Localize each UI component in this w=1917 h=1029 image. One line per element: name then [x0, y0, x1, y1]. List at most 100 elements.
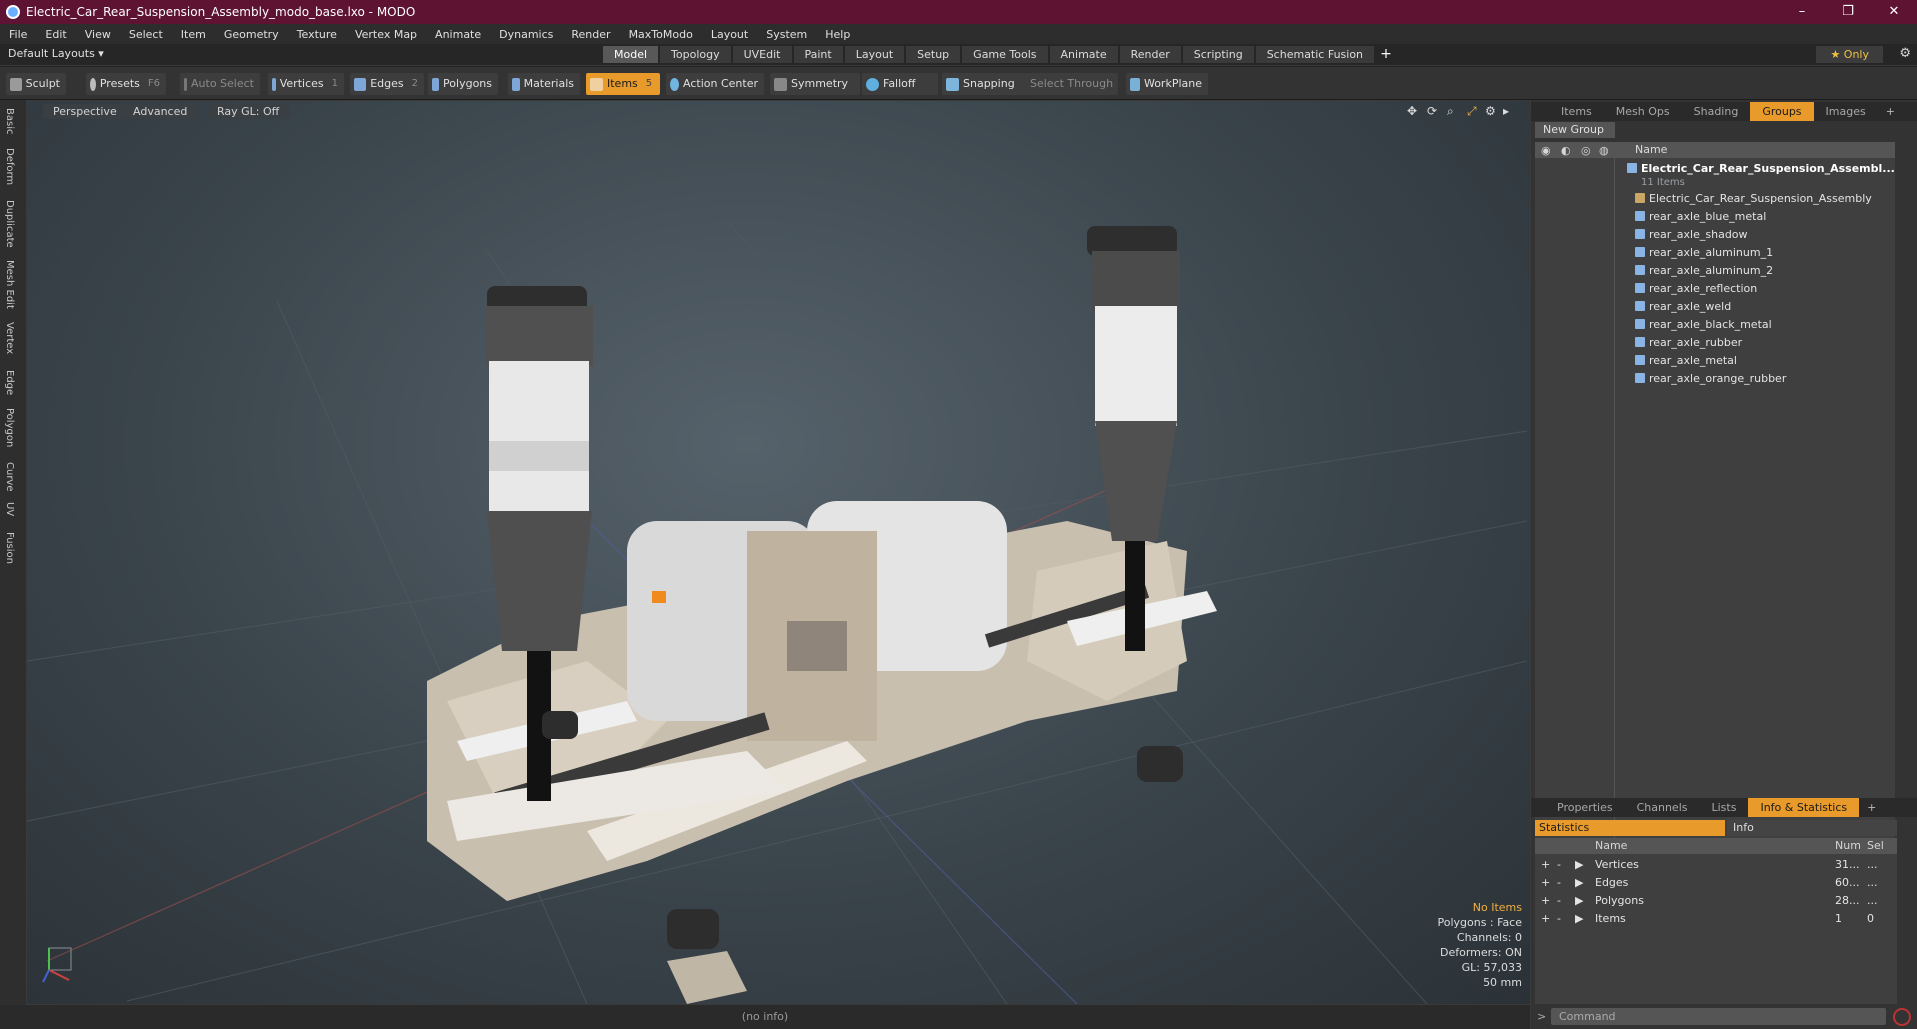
- items-button[interactable]: Items 5: [586, 73, 660, 95]
- record-icon[interactable]: [1893, 1008, 1911, 1026]
- list-item[interactable]: rear_axle_metal: [1635, 352, 1737, 370]
- strip-tab-deform[interactable]: Deform: [4, 148, 15, 185]
- list-item[interactable]: rear_axle_rubber: [1635, 334, 1742, 352]
- new-group-button[interactable]: New Group: [1535, 122, 1615, 138]
- edges-button[interactable]: Edges 2: [350, 73, 424, 95]
- tab-uvedit[interactable]: UVEdit: [732, 46, 792, 63]
- list-item[interactable]: Electric_Car_Rear_Suspension_Assembly: [1635, 190, 1872, 208]
- presets-icon: [90, 77, 96, 91]
- tab-layout[interactable]: Layout: [844, 46, 905, 63]
- add-bottom-tab-icon[interactable]: +: [1859, 798, 1884, 817]
- strip-tab-basic[interactable]: Basic: [4, 108, 15, 134]
- tab-topology[interactable]: Topology: [660, 46, 731, 63]
- info-tab[interactable]: Info: [1727, 820, 1897, 836]
- menu-maxtomodo[interactable]: MaxToModo: [620, 28, 702, 41]
- name-column-header[interactable]: Name: [1635, 143, 1667, 156]
- tab-info-statistics[interactable]: Info & Statistics: [1748, 798, 1860, 817]
- menu-animate[interactable]: Animate: [426, 28, 490, 41]
- menu-dynamics[interactable]: Dynamics: [490, 28, 562, 41]
- zoom-icon[interactable]: ⌕: [1447, 104, 1454, 119]
- strip-tab-duplicate[interactable]: Duplicate: [4, 200, 15, 248]
- auto-select-button[interactable]: Auto Select: [180, 73, 260, 95]
- list-item[interactable]: rear_axle_blue_metal: [1635, 208, 1766, 226]
- menu-file[interactable]: File: [0, 28, 36, 41]
- menu-layout[interactable]: Layout: [702, 28, 757, 41]
- strip-tab-polygon[interactable]: Polygon: [4, 408, 15, 447]
- strip-tab-vertex[interactable]: Vertex: [4, 322, 15, 354]
- tab-lists[interactable]: Lists: [1700, 798, 1749, 817]
- advanced-dropdown[interactable]: Advanced: [123, 104, 198, 119]
- 3d-viewport[interactable]: Perspective Advanced Ray GL: Off ✥ ⟳ ⌕ ⤢…: [27, 101, 1530, 1004]
- tab-schematic-fusion[interactable]: Schematic Fusion: [1255, 46, 1375, 63]
- expand-arrow-icon[interactable]: ▸: [1503, 104, 1509, 118]
- falloff-button[interactable]: Falloff: [862, 73, 938, 95]
- tab-shading[interactable]: Shading: [1682, 102, 1751, 121]
- materials-button[interactable]: Materials: [508, 73, 580, 95]
- gear-icon[interactable]: ⚙: [1899, 46, 1911, 61]
- tab-model[interactable]: Model: [603, 46, 659, 63]
- polygons-button[interactable]: Polygons: [428, 73, 498, 95]
- tab-scripting[interactable]: Scripting: [1182, 46, 1254, 63]
- list-item[interactable]: rear_axle_weld: [1635, 298, 1731, 316]
- list-item[interactable]: rear_axle_aluminum_1: [1635, 244, 1773, 262]
- list-item[interactable]: rear_axle_black_metal: [1635, 316, 1772, 334]
- workplane-button[interactable]: WorkPlane: [1126, 73, 1208, 95]
- list-item[interactable]: rear_axle_reflection: [1635, 280, 1757, 298]
- list-item[interactable]: rear_axle_aluminum_2: [1635, 262, 1773, 280]
- menu-help[interactable]: Help: [816, 28, 859, 41]
- tab-game-tools[interactable]: Game Tools: [962, 46, 1048, 63]
- add-panel-tab-icon[interactable]: +: [1878, 102, 1903, 121]
- tab-animate[interactable]: Animate: [1049, 46, 1118, 63]
- table-row[interactable]: + - ▶ Vertices 31... ...: [1535, 856, 1895, 874]
- strip-tab-uv[interactable]: UV: [4, 502, 15, 516]
- menu-view[interactable]: View: [76, 28, 120, 41]
- select-through-button[interactable]: Select Through: [1022, 73, 1118, 95]
- tab-items[interactable]: Items: [1549, 102, 1604, 121]
- rotate-icon[interactable]: ⟳: [1427, 104, 1437, 118]
- menu-select[interactable]: Select: [120, 28, 172, 41]
- strip-tab-fusion[interactable]: Fusion: [4, 532, 15, 564]
- maximize-button[interactable]: ❐: [1825, 0, 1871, 24]
- tab-groups[interactable]: Groups: [1750, 102, 1814, 121]
- menu-item[interactable]: Item: [172, 28, 215, 41]
- table-row[interactable]: + - ▶ Edges 60... ...: [1535, 874, 1895, 892]
- snapping-button[interactable]: Snapping: [942, 73, 1022, 95]
- command-input[interactable]: Command: [1551, 1008, 1886, 1025]
- table-row[interactable]: + - ▶ Polygons 28... ...: [1535, 892, 1895, 910]
- menu-system[interactable]: System: [757, 28, 816, 41]
- list-item[interactable]: rear_axle_shadow: [1635, 226, 1748, 244]
- presets-button[interactable]: Presets F6: [86, 73, 166, 95]
- table-row[interactable]: + - ▶ Items 1 0: [1535, 910, 1895, 928]
- layouts-dropdown[interactable]: Default Layouts ▾: [8, 47, 104, 60]
- tab-properties[interactable]: Properties: [1545, 798, 1625, 817]
- sculpt-button[interactable]: Sculpt: [6, 73, 66, 95]
- action-center-button[interactable]: Action Center: [666, 73, 764, 95]
- add-tab-icon[interactable]: +: [1376, 46, 1396, 63]
- raygl-toggle[interactable]: Ray GL: Off: [207, 104, 290, 119]
- strip-tab-curve[interactable]: Curve: [4, 462, 15, 492]
- tab-mesh-ops[interactable]: Mesh Ops: [1604, 102, 1682, 121]
- strip-tab-mesh-edit[interactable]: Mesh Edit: [4, 260, 15, 309]
- menu-texture[interactable]: Texture: [288, 28, 346, 41]
- menu-render[interactable]: Render: [562, 28, 619, 41]
- fit-icon[interactable]: ⤢: [1467, 104, 1477, 119]
- tab-setup[interactable]: Setup: [906, 46, 961, 63]
- perspective-dropdown[interactable]: Perspective: [43, 104, 127, 119]
- menu-edit[interactable]: Edit: [36, 28, 75, 41]
- minimize-button[interactable]: –: [1779, 0, 1825, 24]
- pan-icon[interactable]: ✥: [1407, 104, 1417, 118]
- tab-paint[interactable]: Paint: [793, 46, 843, 63]
- tab-channels[interactable]: Channels: [1625, 798, 1700, 817]
- menu-vertex-map[interactable]: Vertex Map: [346, 28, 426, 41]
- vertices-button[interactable]: Vertices 1: [268, 73, 344, 95]
- tab-render[interactable]: Render: [1119, 46, 1181, 63]
- only-button[interactable]: ★ Only: [1816, 46, 1883, 63]
- strip-tab-edge[interactable]: Edge: [4, 370, 15, 395]
- menu-geometry[interactable]: Geometry: [215, 28, 288, 41]
- statistics-tab[interactable]: Statistics: [1535, 820, 1725, 836]
- list-item[interactable]: rear_axle_orange_rubber: [1635, 370, 1786, 388]
- tab-images[interactable]: Images: [1814, 102, 1878, 121]
- symmetry-button[interactable]: Symmetry: [770, 73, 860, 95]
- viewport-settings-icon[interactable]: ⚙: [1485, 104, 1496, 118]
- close-button[interactable]: ✕: [1871, 0, 1917, 24]
